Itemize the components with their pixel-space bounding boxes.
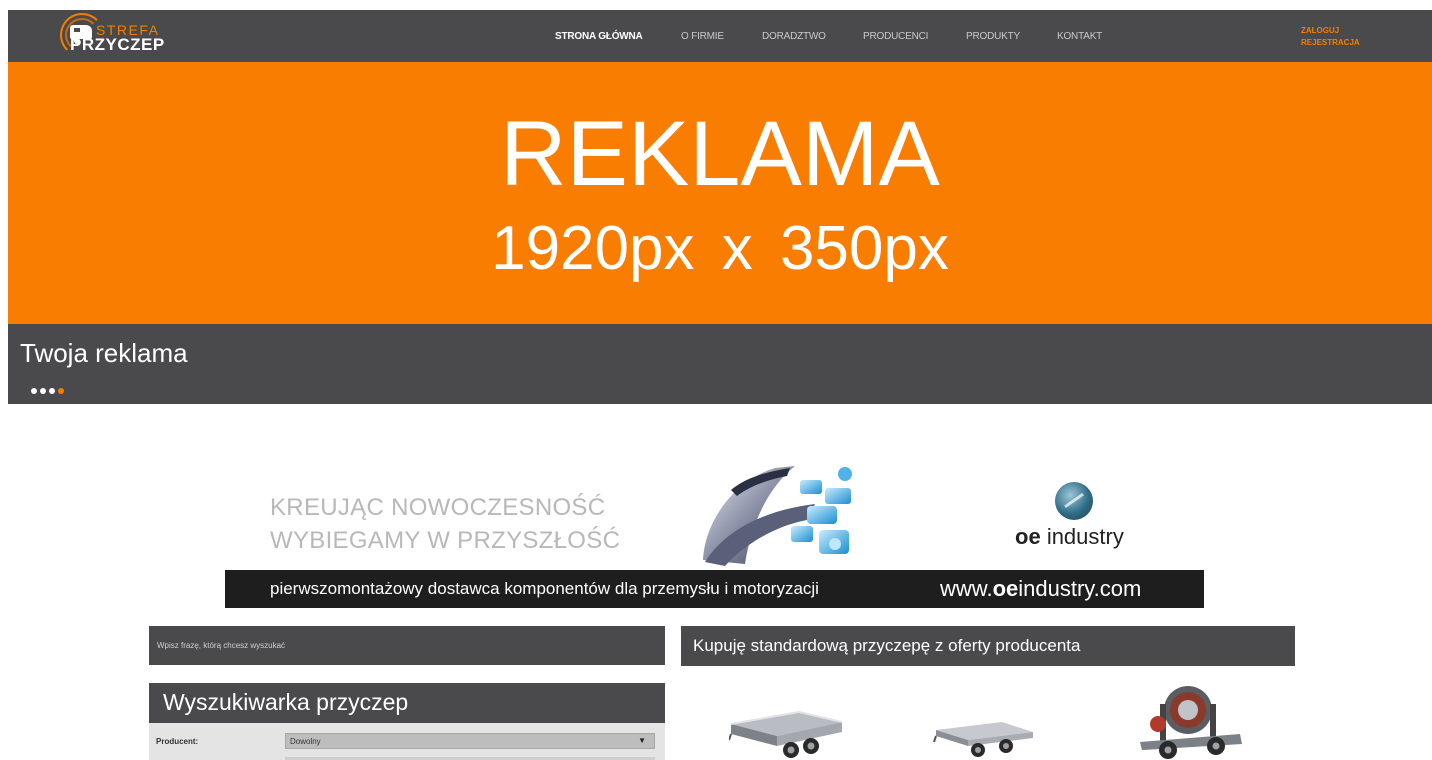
auth-links: ZALOGUJ REJESTRACJA: [1301, 25, 1360, 49]
nav-o-firmie[interactable]: O FIRMIE: [681, 31, 724, 42]
hero-banner[interactable]: REKLAMA 1920px x 350px: [8, 62, 1432, 324]
nav-producenci[interactable]: PRODUCENCI: [863, 31, 928, 42]
slider-caption-bar: Twoja reklama: [8, 324, 1432, 404]
producer-select[interactable]: Dowolny ▼: [285, 733, 655, 749]
ad-slogan-line-2: WYBIEGAMY W PRZYSZŁOŚĆ: [270, 527, 621, 554]
logo-brand-industry: industry: [1046, 524, 1124, 549]
logo-brand-oe: oe: [1015, 524, 1041, 549]
nav-kontakt[interactable]: KONTAKT: [1057, 31, 1102, 42]
product-trailer-3-image[interactable]: [1130, 684, 1250, 760]
ad-url-prefix: www.: [940, 576, 993, 601]
train-car-illustration: [703, 466, 852, 566]
nav-doradztwo[interactable]: DORADZTWO: [762, 31, 826, 42]
ad-slogan-line-1: KREUJĄC NOWOCZESNOŚĆ: [270, 494, 606, 521]
slider-dot-3[interactable]: [49, 388, 55, 394]
slider-dot-1[interactable]: [31, 388, 37, 394]
trailer-finder-title: Wyszukiwarka przyczep: [163, 689, 409, 715]
producer-select-value: Dowolny: [290, 737, 321, 746]
logo-text-bottom: PRZYCZEP: [70, 35, 165, 54]
trailer-finder-form: Producent: Dowolny ▼: [149, 723, 665, 760]
site-logo[interactable]: STREFA PRZYCZEP: [60, 13, 180, 59]
oe-industry-logo: oe industry: [1015, 482, 1165, 562]
standard-offer-title: Kupuję standardową przyczepę z oferty pr…: [693, 636, 1081, 655]
producer-label: Producent:: [156, 737, 199, 746]
nav-produkty[interactable]: PRODUKTY: [966, 31, 1020, 42]
banner-headline: REKLAMA: [500, 103, 940, 205]
search-box: [149, 626, 665, 665]
slider-dot-4[interactable]: [58, 388, 64, 394]
advertisement-oe-industry[interactable]: KREUJĄC NOWOCZESNOŚĆ WYBIEGAMY W PRZYSZŁ…: [225, 460, 1204, 610]
globe-icon: [1055, 482, 1093, 520]
ad-tagline-strip: pierwszomontażowy dostawca komponentów d…: [225, 570, 1204, 608]
register-link[interactable]: REJESTRACJA: [1301, 37, 1360, 49]
login-link[interactable]: ZALOGUJ: [1301, 25, 1360, 37]
product-trailer-1-image[interactable]: [729, 710, 844, 760]
ad-tagline: pierwszomontażowy dostawca komponentów d…: [270, 579, 819, 598]
trailer-finder-header: Wyszukiwarka przyczep: [149, 683, 665, 723]
ad-url[interactable]: www.oeindustry.com: [940, 576, 1141, 602]
banner-size-text: 1920px x 350px: [491, 214, 949, 283]
ad-url-bold: oe: [992, 576, 1019, 601]
standard-offer-header: Kupuję standardową przyczepę z oferty pr…: [681, 626, 1295, 666]
slider-dot-2[interactable]: [40, 388, 46, 394]
dropdown-arrow-icon: ▼: [638, 736, 646, 745]
ad-url-suffix: industry.com: [1018, 576, 1142, 601]
nav-strona-glowna[interactable]: STRONA GŁÓWNA: [555, 31, 643, 42]
slider-caption: Twoja reklama: [20, 338, 188, 368]
search-input[interactable]: [149, 626, 665, 665]
top-navigation-bar: STREFA PRZYCZEP STRONA GŁÓWNA O FIRMIE D…: [8, 10, 1432, 62]
product-trailer-2-image[interactable]: [932, 716, 1035, 760]
